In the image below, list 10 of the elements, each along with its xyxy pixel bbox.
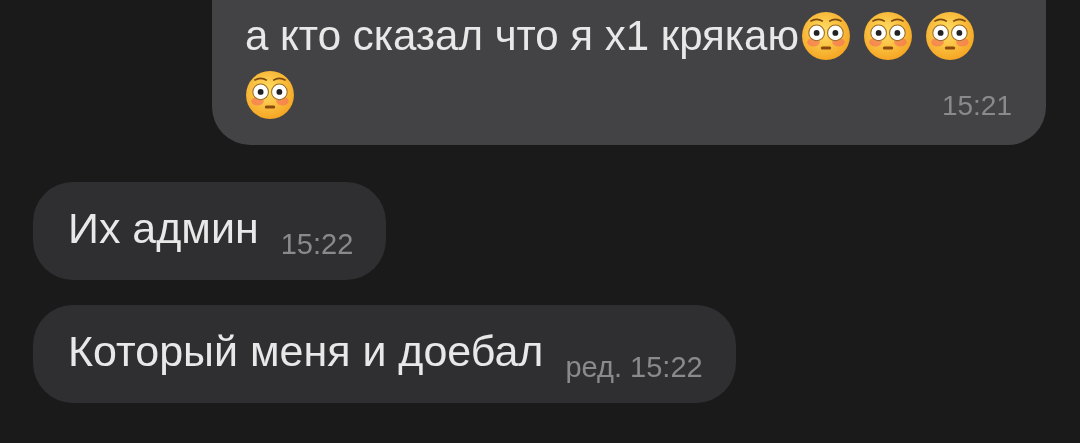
message-text: Который меня и доебал bbox=[68, 326, 544, 376]
flushed-face-icon bbox=[245, 70, 295, 120]
message-time: 15:21 bbox=[941, 90, 1012, 122]
flushed-face-icon bbox=[862, 11, 913, 61]
flushed-face-icon bbox=[924, 11, 975, 61]
message-time: 15:22 bbox=[280, 227, 354, 261]
message-text: Их админ bbox=[68, 203, 259, 253]
message-time: ред. 15:22 bbox=[565, 350, 703, 384]
flushed-face-icon bbox=[800, 11, 851, 61]
message-text: а кто сказал что я x1 крякаю bbox=[245, 11, 799, 61]
